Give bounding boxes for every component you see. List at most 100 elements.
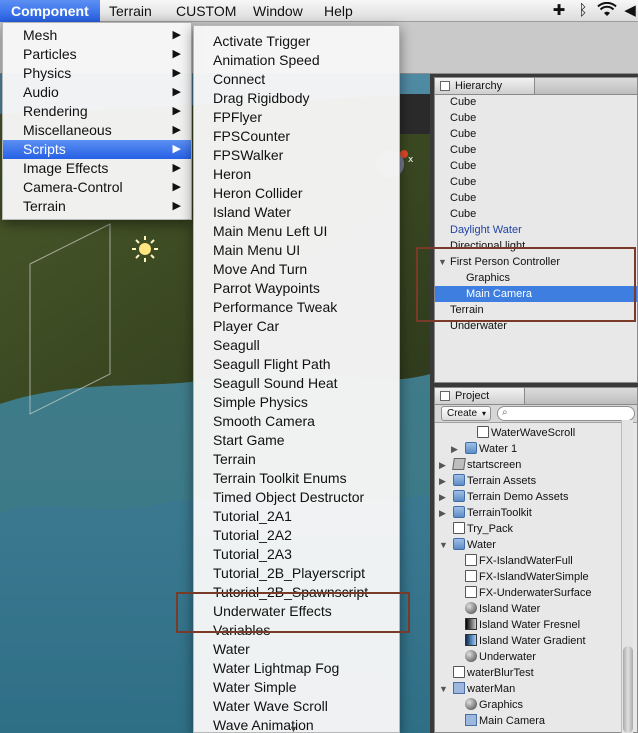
scripts-menu-item-tutorial-2a1[interactable]: Tutorial_2A1 (194, 507, 399, 526)
create-dropdown-icon: ▾ (481, 409, 486, 418)
project-row-waterblurtest[interactable]: waterBlurTest (453, 665, 534, 681)
project-scrollbar-thumb[interactable] (623, 646, 633, 733)
scripts-menu-item-smooth-camera[interactable]: Smooth Camera (194, 412, 399, 431)
scripts-menu-item-heron[interactable]: Heron (194, 165, 399, 184)
component-menu-item-rendering[interactable]: Rendering ▶ (3, 102, 191, 121)
project-row-island-water[interactable]: Island Water (465, 601, 540, 617)
hierarchy-row-cube[interactable]: Cube (435, 206, 637, 222)
menu-help[interactable]: Help (313, 0, 364, 22)
scripts-menu-item-tutorial-2a3[interactable]: Tutorial_2A3 (194, 545, 399, 564)
scripts-menu-item-water-simple[interactable]: Water Simple (194, 678, 399, 697)
menu-window[interactable]: Window (242, 0, 314, 22)
project-row-island-water-fresnel[interactable]: Island Water Fresnel (465, 617, 580, 633)
cube-icon (452, 458, 466, 470)
project-row-underwater[interactable]: Underwater (465, 649, 536, 665)
scripts-menu-item-player-car[interactable]: Player Car (194, 317, 399, 336)
scripts-menu-item-move-and-turn[interactable]: Move And Turn (194, 260, 399, 279)
expand-right-icon[interactable]: ▶ (451, 441, 458, 457)
scripts-menu-item-heron-collider[interactable]: Heron Collider (194, 184, 399, 203)
volume-icon[interactable]: ◀ (622, 2, 638, 20)
project-row-terrain-assets[interactable]: ▶ Terrain Assets (439, 473, 536, 489)
expand-down-icon[interactable]: ▼ (439, 537, 448, 553)
project-row-water-1[interactable]: ▶ Water 1 (451, 441, 517, 457)
project-row-main-camera[interactable]: Main Camera (465, 713, 545, 729)
project-row-fx-islandwaterfull[interactable]: FX-IslandWaterFull (465, 553, 573, 569)
project-row-fx-islandwatersimple[interactable]: FX-IslandWaterSimple (465, 569, 589, 585)
project-row-terraintoolkit[interactable]: ▶ TerrainToolkit (439, 505, 532, 521)
scripts-menu-item-start-game[interactable]: Start Game (194, 431, 399, 450)
tab-project[interactable]: Project (435, 388, 525, 405)
project-row-try-pack[interactable]: Try_Pack (453, 521, 513, 537)
scripts-menu-item-terrain-toolkit-enums[interactable]: Terrain Toolkit Enums (194, 469, 399, 488)
scripts-menu-item-simple-physics[interactable]: Simple Physics (194, 393, 399, 412)
scripts-menu-item-island-water[interactable]: Island Water (194, 203, 399, 222)
expand-right-icon[interactable]: ▶ (439, 457, 446, 473)
project-row-waterwavescroll[interactable]: WaterWaveScroll (477, 425, 575, 441)
scripts-menu-item-drag-rigidbody[interactable]: Drag Rigidbody (194, 89, 399, 108)
scripts-menu-item-tutorial-2a2[interactable]: Tutorial_2A2 (194, 526, 399, 545)
scripts-menu-item-water-lightmap-fog[interactable]: Water Lightmap Fog (194, 659, 399, 678)
menu-custom[interactable]: CUSTOM (165, 0, 247, 22)
component-menu-item-mesh[interactable]: Mesh ▶ (3, 26, 191, 45)
scroll-down-arrow-icon[interactable]: ▼ (289, 724, 298, 733)
expand-right-icon[interactable]: ▶ (439, 489, 446, 505)
tab-hierarchy[interactable]: Hierarchy (435, 78, 535, 95)
hierarchy-row-cube[interactable]: Cube (435, 126, 637, 142)
scripts-menu-item-terrain[interactable]: Terrain (194, 450, 399, 469)
component-menu-item-scripts[interactable]: Scripts ▶ (3, 140, 191, 159)
folder-icon (453, 506, 465, 518)
expand-down-icon[interactable]: ▼ (439, 681, 448, 697)
component-menu-item-audio[interactable]: Audio ▶ (3, 83, 191, 102)
project-row-waterman[interactable]: ▼ waterMan (439, 681, 515, 697)
project-search-input[interactable]: ⌕ (497, 406, 635, 421)
expand-right-icon[interactable]: ▶ (439, 473, 446, 489)
scripts-menu-item-water[interactable]: Water (194, 640, 399, 659)
project-scrollbar[interactable] (621, 420, 633, 733)
project-row-water[interactable]: ▼ Water (439, 537, 496, 553)
scripts-menu-item-seagull-sound-heat[interactable]: Seagull Sound Heat (194, 374, 399, 393)
component-menu-item-physics[interactable]: Physics ▶ (3, 64, 191, 83)
scripts-menu-item-main-menu-ui[interactable]: Main Menu UI (194, 241, 399, 260)
component-menu-item-image-effects[interactable]: Image Effects ▶ (3, 159, 191, 178)
menu-component[interactable]: Component (0, 0, 100, 22)
hierarchy-row-cube[interactable]: Cube (435, 174, 637, 190)
hierarchy-row-cube[interactable]: Cube (435, 142, 637, 158)
wifi-icon[interactable] (596, 1, 618, 20)
scripts-menu-item-water-wave-scroll[interactable]: Water Wave Scroll (194, 697, 399, 716)
expand-right-icon[interactable]: ▶ (439, 505, 446, 521)
scripts-menu-item-animation-speed[interactable]: Animation Speed (194, 51, 399, 70)
project-row-fx-underwatersurface[interactable]: FX-UnderwaterSurface (465, 585, 592, 601)
scripts-menu-item-fpscounter[interactable]: FPSCounter (194, 127, 399, 146)
scripts-menu-item-activate-trigger[interactable]: Activate Trigger (194, 32, 399, 51)
scripts-menu-item-main-menu-left-ui[interactable]: Main Menu Left UI (194, 222, 399, 241)
scripts-menu-item-timed-object-destructor[interactable]: Timed Object Destructor (194, 488, 399, 507)
hierarchy-row-cube[interactable]: Cube (435, 190, 637, 206)
component-menu-item-miscellaneous[interactable]: Miscellaneous ▶ (3, 121, 191, 140)
scripts-menu-item-performance-tweak[interactable]: Performance Tweak (194, 298, 399, 317)
project-row-startscreen[interactable]: ▶ startscreen (439, 457, 521, 473)
project-row-label: Underwater (479, 651, 536, 663)
project-row-graphics[interactable]: Graphics (465, 697, 523, 713)
scripts-menu-item-connect[interactable]: Connect (194, 70, 399, 89)
scripts-menu-item-seagull-flight-path[interactable]: Seagull Flight Path (194, 355, 399, 374)
create-button[interactable]: Create ▾ (441, 406, 491, 421)
bluetooth-icon[interactable]: ᛒ (574, 2, 592, 20)
scripts-menu-item-parrot-waypoints[interactable]: Parrot Waypoints (194, 279, 399, 298)
hierarchy-row-cube[interactable]: Cube (435, 110, 637, 126)
plus-status-icon[interactable]: ✚ (550, 2, 568, 20)
hierarchy-row-daylight-water[interactable]: Daylight Water (435, 222, 637, 238)
scripts-menu-item-fpflyer[interactable]: FPFlyer (194, 108, 399, 127)
project-row-label: Island Water Fresnel (479, 619, 581, 631)
scripts-menu-item-tutorial-2b-playerscript[interactable]: Tutorial_2B_Playerscript (194, 564, 399, 583)
component-menu-item-camera-control[interactable]: Camera-Control ▶ (3, 178, 191, 197)
hierarchy-row-cube[interactable]: Cube (435, 94, 637, 110)
project-row-label: FX-IslandWaterFull (479, 555, 573, 567)
scripts-menu-item-fpswalker[interactable]: FPSWalker (194, 146, 399, 165)
scripts-menu-item-seagull[interactable]: Seagull (194, 336, 399, 355)
project-row-terrain-demo-assets[interactable]: ▶ Terrain Demo Assets (439, 489, 568, 505)
project-row-island-water-gradient[interactable]: Island Water Gradient (465, 633, 586, 649)
component-menu-item-terrain[interactable]: Terrain ▶ (3, 197, 191, 216)
component-menu-item-particles[interactable]: Particles ▶ (3, 45, 191, 64)
menu-terrain[interactable]: Terrain (98, 0, 163, 22)
hierarchy-row-cube[interactable]: Cube (435, 158, 637, 174)
